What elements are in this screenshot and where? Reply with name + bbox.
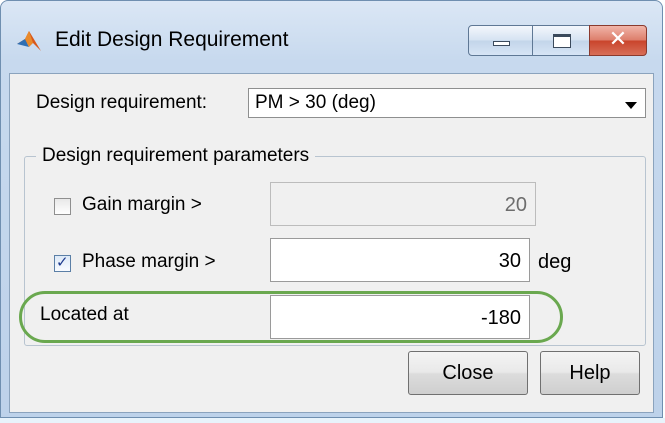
design-requirement-selected: PM > 30 (deg) xyxy=(255,92,376,113)
design-requirement-label: Design requirement: xyxy=(36,92,208,113)
window-edge xyxy=(0,418,665,423)
phase-margin-label: Phase margin > xyxy=(82,251,216,272)
parameters-group-title: Design requirement parameters xyxy=(36,145,316,167)
checkmark-icon: ✓ xyxy=(56,253,69,271)
title-bar[interactable]: Edit Design Requirement ✕ xyxy=(1,1,662,73)
maximize-button[interactable] xyxy=(532,25,590,56)
minimize-button[interactable] xyxy=(468,25,533,56)
maximize-icon xyxy=(553,34,571,48)
close-icon: ✕ xyxy=(608,27,628,52)
window-title: Edit Design Requirement xyxy=(55,28,289,51)
close-window-button[interactable]: ✕ xyxy=(589,25,647,56)
chevron-down-icon[interactable] xyxy=(625,102,637,109)
minimize-icon xyxy=(493,41,510,46)
help-button[interactable]: Help xyxy=(540,351,640,395)
dialog-window: Edit Design Requirement ✕ Design require… xyxy=(0,0,663,418)
close-button[interactable]: Close xyxy=(408,351,528,395)
phase-margin-checkbox[interactable]: ✓ xyxy=(54,253,71,272)
located-at-highlight xyxy=(19,291,563,343)
phase-margin-unit: deg xyxy=(538,251,572,273)
phase-margin-field[interactable]: 30 xyxy=(270,238,530,282)
matlab-logo-icon xyxy=(15,27,43,53)
gain-margin-label: Gain margin > xyxy=(82,194,202,215)
design-requirement-dropdown[interactable]: PM > 30 (deg) xyxy=(248,88,646,118)
dialog-content: Design requirement: PM > 30 (deg) Design… xyxy=(9,73,654,413)
gain-margin-field[interactable]: 20 xyxy=(270,182,536,226)
gain-margin-checkbox[interactable] xyxy=(54,198,71,215)
